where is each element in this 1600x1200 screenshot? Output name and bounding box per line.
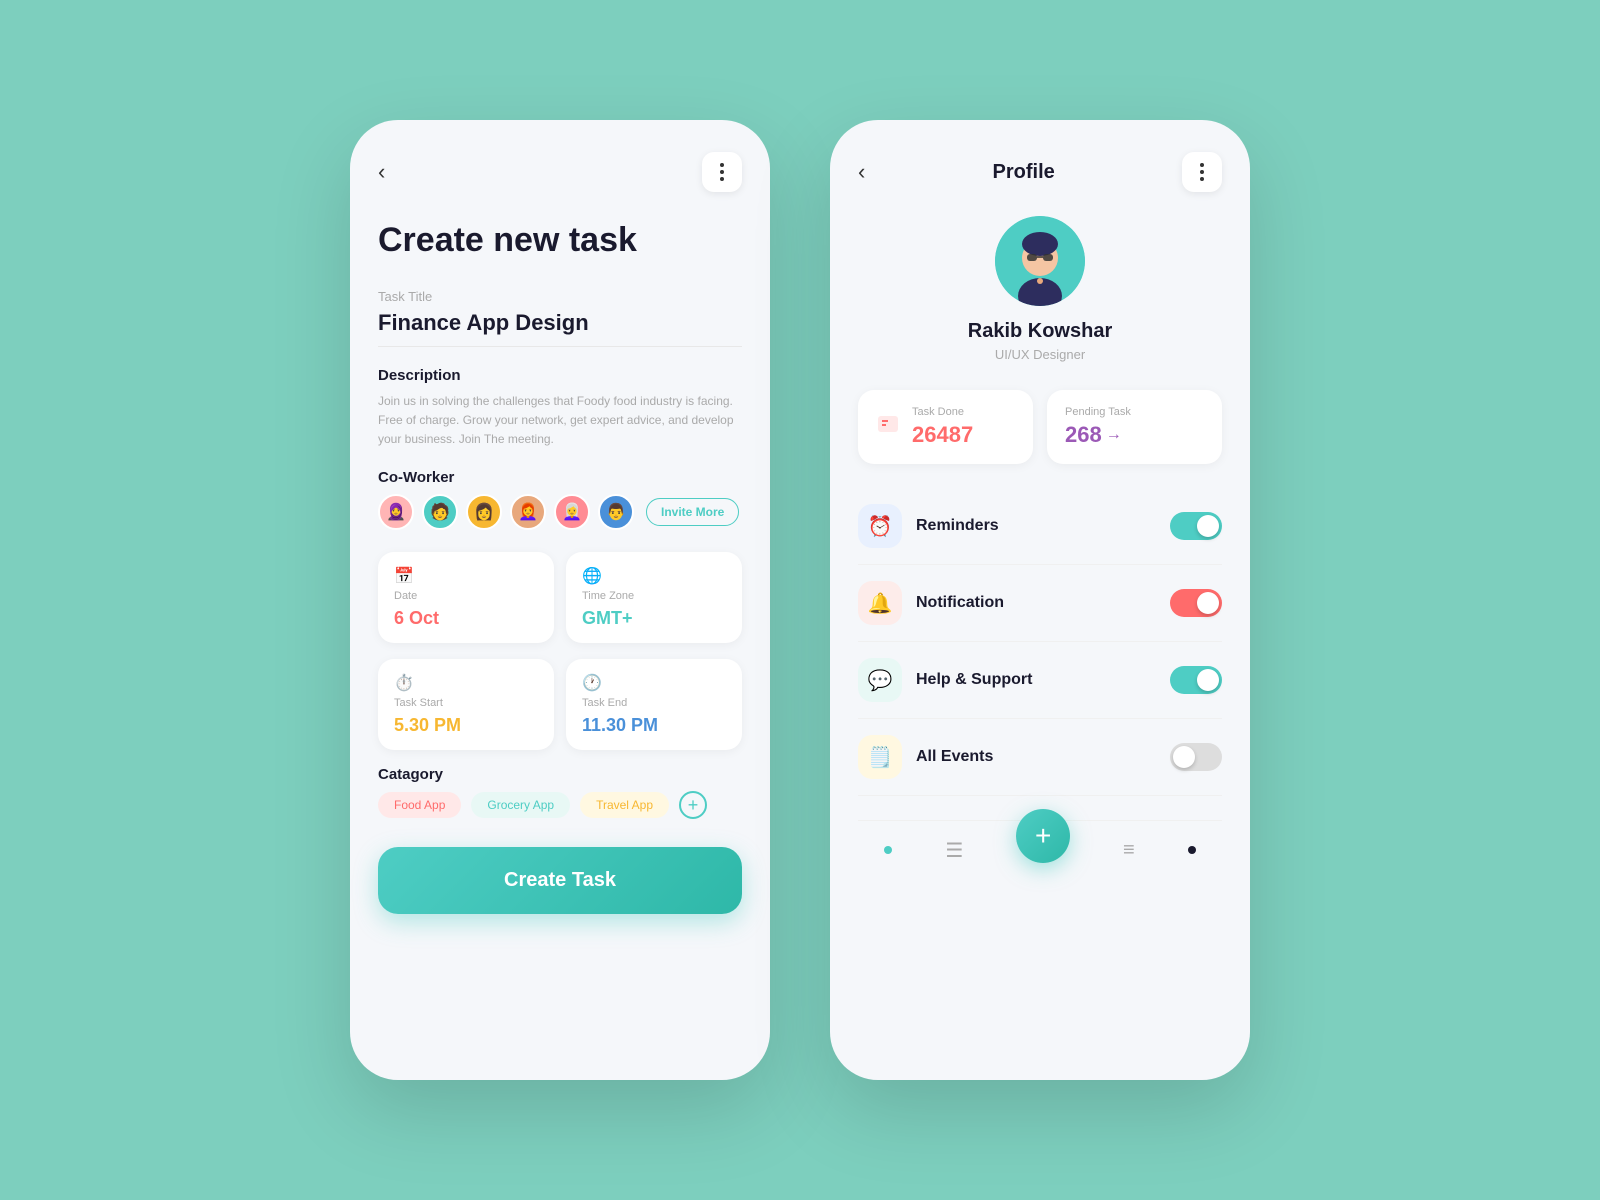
avatar-5: 👩‍🦳 <box>554 494 590 530</box>
profile-name: Rakib Kowshar <box>968 320 1112 343</box>
category-tags: Food App Grocery App Travel App + <box>378 791 742 819</box>
timezone-icon: 🌐 <box>582 566 726 586</box>
top-nav-right: ‹ Profile <box>858 152 1222 192</box>
pending-task-value: 268 <box>1065 422 1102 448</box>
notification-label: Notification <box>916 594 1004 612</box>
help-support-icon: 💬 <box>868 668 893 693</box>
tag-grocery-app[interactable]: Grocery App <box>471 792 570 818</box>
description-text: Join us in solving the challenges that F… <box>378 392 742 450</box>
date-icon: 📅 <box>394 566 538 586</box>
task-start-card[interactable]: ⏱️ Task Start 5.30 PM <box>378 659 554 750</box>
fab-add-button[interactable]: + <box>1016 809 1070 863</box>
all-events-icon: 🗒️ <box>868 745 893 770</box>
nav-home-dot[interactable] <box>884 846 892 854</box>
task-end-value: 11.30 PM <box>582 715 726 736</box>
bottom-nav: ☰ + ≡ <box>858 820 1222 863</box>
coworker-row: 🧕 🧑 👩 👩‍🦰 👩‍🦳 👨 Invite More <box>378 494 742 530</box>
task-done-label: Task Done <box>912 406 973 418</box>
task-done-value: 26487 <box>912 422 973 448</box>
nav-profile-dot[interactable] <box>1188 846 1196 854</box>
all-events-icon-box: 🗒️ <box>858 735 902 779</box>
task-title-label: Task Title <box>378 289 742 304</box>
reminders-icon-box: ⏰ <box>858 504 902 548</box>
date-label: Date <box>394 590 538 602</box>
profile-role: UI/UX Designer <box>995 347 1085 362</box>
stats-row: Task Done 26487 Pending Task 268 → <box>858 390 1222 464</box>
task-start-label: Task Start <box>394 697 538 709</box>
task-end-label: Task End <box>582 697 726 709</box>
reminders-label: Reminders <box>916 517 999 535</box>
notification-icon-box: 🔔 <box>858 581 902 625</box>
more-options-button-left[interactable] <box>702 152 742 192</box>
left-phone: ‹ Create new task Task Title Finance App… <box>350 120 770 1080</box>
back-button-left[interactable]: ‹ <box>378 159 385 185</box>
date-value: 6 Oct <box>394 608 538 629</box>
toggle-item-all-events: 🗒️ All Events <box>858 719 1222 796</box>
avatar-6: 👨 <box>598 494 634 530</box>
all-events-label: All Events <box>916 748 993 766</box>
page-title: Create new task <box>378 220 742 261</box>
nav-menu-icon[interactable]: ≡ <box>1123 839 1135 862</box>
right-phone: ‹ Profile <box>830 120 1250 1080</box>
avatar-illustration <box>995 216 1085 306</box>
info-cards-row1: 📅 Date 6 Oct 🌐 Time Zone GMT+ <box>378 552 742 643</box>
toggle-item-notification: 🔔 Notification <box>858 565 1222 642</box>
help-support-icon-box: 💬 <box>858 658 902 702</box>
avatar-4: 👩‍🦰 <box>510 494 546 530</box>
timezone-label: Time Zone <box>582 590 726 602</box>
dots-icon <box>720 163 724 181</box>
info-cards-row2: ⏱️ Task Start 5.30 PM 🕐 Task End 11.30 P… <box>378 659 742 750</box>
help-support-toggle[interactable] <box>1170 666 1222 694</box>
all-events-toggle[interactable] <box>1170 743 1222 771</box>
task-end-icon: 🕐 <box>582 673 726 693</box>
avatar-1: 🧕 <box>378 494 414 530</box>
coworker-label: Co-Worker <box>378 469 742 486</box>
invite-more-button[interactable]: Invite More <box>646 498 739 526</box>
avatar-2: 🧑 <box>422 494 458 530</box>
nav-list-icon[interactable]: ☰ <box>945 838 963 863</box>
profile-center: Rakib Kowshar UI/UX Designer <box>858 216 1222 362</box>
pending-task-card: Pending Task 268 → <box>1047 390 1222 464</box>
category-label: Catagory <box>378 766 742 783</box>
category-section: Catagory Food App Grocery App Travel App… <box>378 766 742 819</box>
toggle-list: ⏰ Reminders 🔔 Notification 💬 Help & <box>858 488 1222 796</box>
notification-icon: 🔔 <box>868 591 893 616</box>
tag-food-app[interactable]: Food App <box>378 792 461 818</box>
help-support-label: Help & Support <box>916 671 1032 689</box>
timezone-value: GMT+ <box>582 608 726 629</box>
pending-task-label: Pending Task <box>1065 406 1131 418</box>
add-tag-button[interactable]: + <box>679 791 707 819</box>
toggle-item-help-support: 💬 Help & Support <box>858 642 1222 719</box>
timezone-card[interactable]: 🌐 Time Zone GMT+ <box>566 552 742 643</box>
profile-avatar <box>995 216 1085 306</box>
task-title-value: Finance App Design <box>378 310 742 347</box>
tag-travel-app[interactable]: Travel App <box>580 792 669 818</box>
description-label: Description <box>378 367 742 384</box>
notification-toggle[interactable] <box>1170 589 1222 617</box>
profile-title: Profile <box>993 161 1055 184</box>
task-done-icon <box>876 412 900 442</box>
avatar-3: 👩 <box>466 494 502 530</box>
create-task-button[interactable]: Create Task <box>378 847 742 914</box>
toggle-item-reminders: ⏰ Reminders <box>858 488 1222 565</box>
back-button-right[interactable]: ‹ <box>858 159 865 185</box>
dots-icon-right <box>1200 163 1204 181</box>
task-start-value: 5.30 PM <box>394 715 538 736</box>
top-nav-left: ‹ <box>378 152 742 192</box>
reminders-toggle[interactable] <box>1170 512 1222 540</box>
reminders-icon: ⏰ <box>868 514 893 539</box>
task-end-card[interactable]: 🕐 Task End 11.30 PM <box>566 659 742 750</box>
task-start-icon: ⏱️ <box>394 673 538 693</box>
more-options-button-right[interactable] <box>1182 152 1222 192</box>
date-card[interactable]: 📅 Date 6 Oct <box>378 552 554 643</box>
pending-arrow-icon: → <box>1106 426 1122 444</box>
task-done-card: Task Done 26487 <box>858 390 1033 464</box>
